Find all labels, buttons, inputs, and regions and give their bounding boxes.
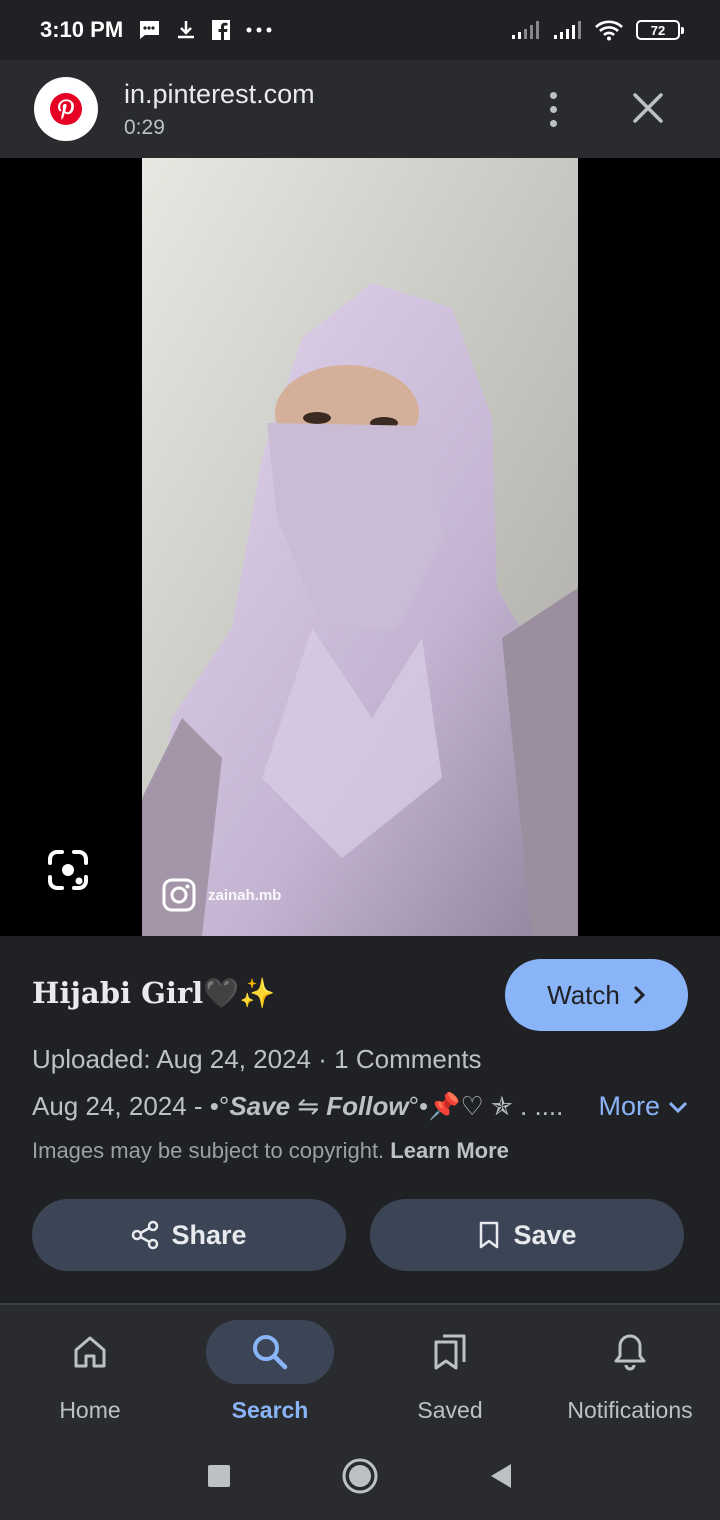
home-icon [74,1336,106,1368]
pinterest-logo[interactable] [34,77,98,141]
recents-icon[interactable] [207,1464,231,1488]
nav-icon-container [386,1320,514,1384]
result-title[interactable]: Hijabi Girl🖤✨ [32,976,275,1011]
nav-label-home: Home [59,1397,121,1423]
google-lens-icon[interactable] [46,848,90,892]
description: Aug 24, 2024 - •°Save ⇋ Follow°•📌♡ ✯ . .… [32,1091,563,1122]
media-area: zainah.mb [0,158,720,936]
more-dot [549,119,557,127]
result-info: Hijabi Girl🖤✨ Watch Uploaded: Aug 24, 20… [0,936,720,1304]
description-arrow: ⇋ [290,1091,327,1121]
signal-icon [512,21,539,39]
more-label: More [598,1091,660,1121]
close-icon[interactable] [628,88,668,128]
status-bar: 3:10 PM 72 [0,0,720,60]
battery-icon: 72 [636,20,684,40]
pinterest-icon [50,93,82,125]
description-prefix: Aug 24, 2024 - •° [32,1091,230,1121]
search-icon [253,1335,288,1370]
description-follow: Follow [326,1091,409,1121]
nav-icon-container [206,1320,334,1384]
status-icons-left [137,19,273,41]
share-button[interactable]: Share [32,1199,346,1271]
nav-icon-container [566,1320,694,1384]
nav-item-notifications[interactable]: Notifications [540,1305,720,1431]
copyright-text: Images may be subject to copyright. [32,1138,385,1163]
upload-date: Uploaded: Aug 24, 2024 [32,1044,312,1074]
instagram-icon [162,878,196,912]
video-duration: 0:29 [124,115,165,139]
back-icon[interactable] [489,1462,513,1490]
save-button[interactable]: Save [370,1199,684,1271]
more-options-button[interactable] [536,86,570,132]
share-label: Share [171,1219,247,1250]
nav-icon-container [26,1320,154,1384]
more-dots-icon [246,27,272,33]
system-nav-bar [0,1431,720,1520]
bookmark-icon [480,1221,499,1249]
status-time: 3:10 PM [40,17,124,42]
nav-item-search[interactable]: Search [180,1305,360,1431]
site-name: in.pinterest.com [124,78,315,109]
message-icon [139,21,160,39]
nav-label-search: Search [231,1397,309,1423]
site-info: in.pinterest.com 0:29 [124,79,315,140]
home-circle-icon[interactable] [341,1457,379,1495]
share-icon [132,1220,159,1250]
bell-icon [614,1334,646,1371]
signal-icon [554,21,581,39]
bottom-nav: Home Search Saved Notifications [0,1305,720,1431]
status-icons-right: 72 [510,19,684,41]
description-row: Aug 24, 2024 - •°Save ⇋ Follow°•📌♡ ✯ . .… [32,1091,688,1122]
meta-separator: · [318,1044,335,1074]
learn-more-link[interactable]: Learn More [390,1138,509,1163]
watch-button[interactable]: Watch [505,959,688,1031]
watch-label: Watch [547,979,620,1010]
download-icon [178,21,195,39]
site-header: in.pinterest.com 0:29 [0,60,720,158]
wifi-icon [595,20,623,41]
video-thumbnail[interactable]: zainah.mb [142,158,578,936]
facebook-icon [212,20,231,40]
more-button[interactable]: More [598,1091,688,1122]
instagram-watermark: zainah.mb [162,878,281,912]
copyright-notice: Images may be subject to copyright. Lear… [32,1138,509,1164]
description-suffix: °•📌♡ ✯ . .... [408,1091,564,1121]
video-image [142,158,578,936]
upload-meta: Uploaded: Aug 24, 2024 · 1 Comments [32,1044,482,1075]
comment-count[interactable]: 1 Comments [334,1044,481,1074]
chevron-down-icon [668,1101,688,1113]
battery-level: 72 [650,22,666,38]
instagram-handle: zainah.mb [208,886,282,904]
more-dot [549,105,557,113]
nav-item-home[interactable]: Home [0,1305,180,1431]
chevron-right-icon [633,985,645,1005]
description-save: Save [229,1091,291,1121]
save-label: Save [513,1219,577,1250]
more-dot [549,91,557,99]
nav-label-saved: Saved [417,1397,483,1423]
saved-icon [434,1334,466,1370]
nav-item-saved[interactable]: Saved [360,1305,540,1431]
nav-label-notifications: Notifications [567,1397,693,1423]
